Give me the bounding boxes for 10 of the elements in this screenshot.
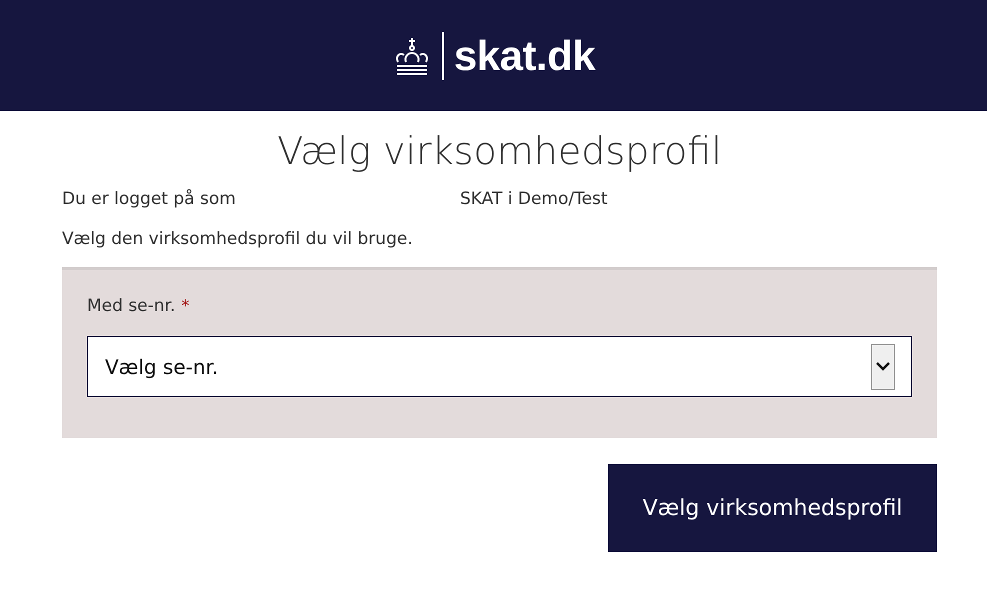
login-label: Du er logget på som [62, 189, 237, 209]
se-number-select[interactable]: Vælg se-nr. [87, 336, 912, 397]
choose-profile-button[interactable]: Vælg virksomhedsprofil [608, 464, 937, 552]
instruction-text: Vælg den virksomhedsprofil du vil bruge. [62, 229, 414, 249]
caret-icon [871, 344, 895, 390]
login-value: SKAT i Demo/Test [460, 189, 608, 209]
logo-text: skat.dk [454, 32, 596, 80]
required-mark: * [181, 296, 190, 315]
page-title: Vælg virksomhedsprofil [276, 129, 723, 173]
field-label: Med se-nr. [87, 296, 176, 316]
